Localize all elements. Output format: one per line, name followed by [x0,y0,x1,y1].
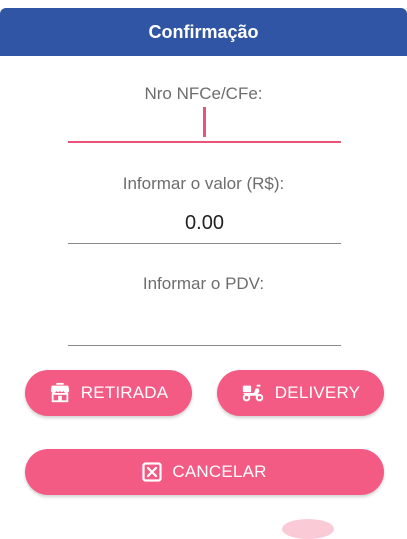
retirada-label: RETIRADA [80,383,169,402]
valor-label: Informar o valor (R$): [122,174,285,193]
cancelar-label: CANCELAR [172,462,267,481]
delivery-button[interactable]: DELIVERY [217,370,384,416]
pdv-label: Informar o PDV: [142,274,265,293]
delivery-label: DELIVERY [274,383,361,402]
dialog-title: Confirmação [148,21,259,42]
cancelar-button[interactable]: CANCELAR [25,449,384,495]
close-box-icon [142,462,163,482]
nfce-label: Nro NFCe/CFe: [144,84,263,103]
pdv-input[interactable] [68,306,341,346]
scooter-icon [241,382,265,404]
store-icon [49,382,71,404]
retirada-button[interactable]: RETIRADA [25,370,192,416]
nfce-input[interactable] [68,103,341,143]
valor-input[interactable]: 0.00 [68,204,341,244]
dialog-title-bar: Confirmação [0,8,407,56]
text-cursor [203,107,206,137]
confirmation-dialog: Confirmação Nro NFCe/CFe: Informar o val… [0,0,407,539]
background-fab-hint [282,519,334,539]
valor-value: 0.00 [185,212,224,234]
